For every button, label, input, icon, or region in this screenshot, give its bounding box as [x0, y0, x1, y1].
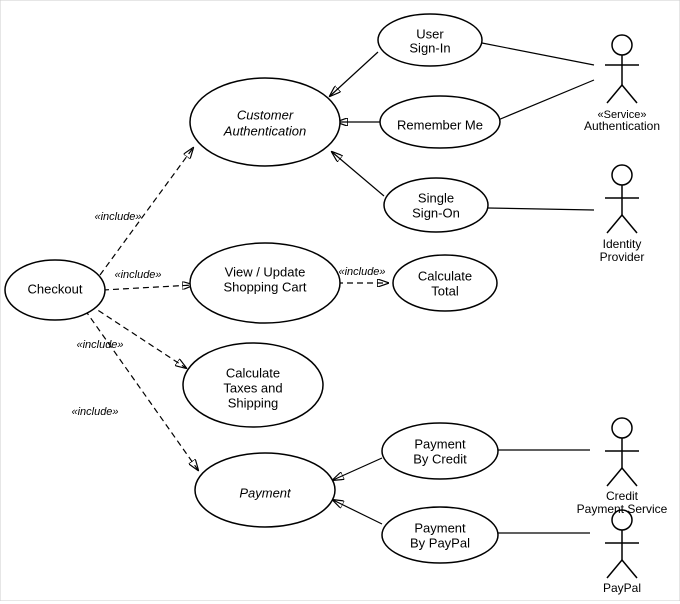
label-include-total: «include» [338, 266, 385, 278]
usecase-cart-label1: View / Update [225, 264, 306, 279]
usecase-total-label1: Calculate [418, 268, 472, 283]
usecase-paypal-label1: Payment [414, 520, 466, 535]
label-include-taxes: «include» [76, 339, 123, 351]
usecase-taxes-label1: Calculate [226, 365, 280, 380]
actor-authentication-label: Authentication [584, 119, 660, 133]
usecase-checkout-label: Checkout [28, 281, 83, 296]
usecase-sso-label2: Sign-On [412, 205, 460, 220]
diagram-canvas: «Service» Authentication Identity Provid… [0, 0, 680, 601]
usecase-sso-label1: Single [418, 190, 454, 205]
usecase-auth-label2: Authentication [223, 123, 306, 138]
actor-paypal-label: PayPal [603, 581, 641, 595]
usecase-cart-label2: Shopping Cart [223, 279, 306, 294]
actor-credit-label1: Credit [606, 489, 639, 503]
actor-credit-label2: Payment Service [577, 502, 668, 516]
usecase-paypal-label2: By PayPal [410, 535, 470, 550]
usecase-signin-label1: User [416, 26, 444, 41]
usecase-payment-label: Payment [239, 485, 292, 500]
label-include-payment: «include» [71, 406, 118, 418]
actor-identity-provider-label2: Provider [600, 250, 645, 264]
usecase-taxes-label2: Taxes and [223, 380, 282, 395]
usecase-total-label2: Total [431, 283, 459, 298]
usecase-taxes-label3: Shipping [228, 395, 279, 410]
usecase-auth-label1: Customer [237, 107, 294, 122]
label-include-auth: «include» [94, 211, 141, 223]
usecase-credit-label2: By Credit [413, 451, 467, 466]
usecase-remember-label: Remember Me [397, 117, 483, 132]
label-include-cart: «include» [114, 269, 161, 281]
usecase-signin-label2: Sign-In [409, 40, 450, 55]
usecase-credit-label1: Payment [414, 436, 466, 451]
actor-identity-provider-label: Identity [603, 237, 642, 251]
